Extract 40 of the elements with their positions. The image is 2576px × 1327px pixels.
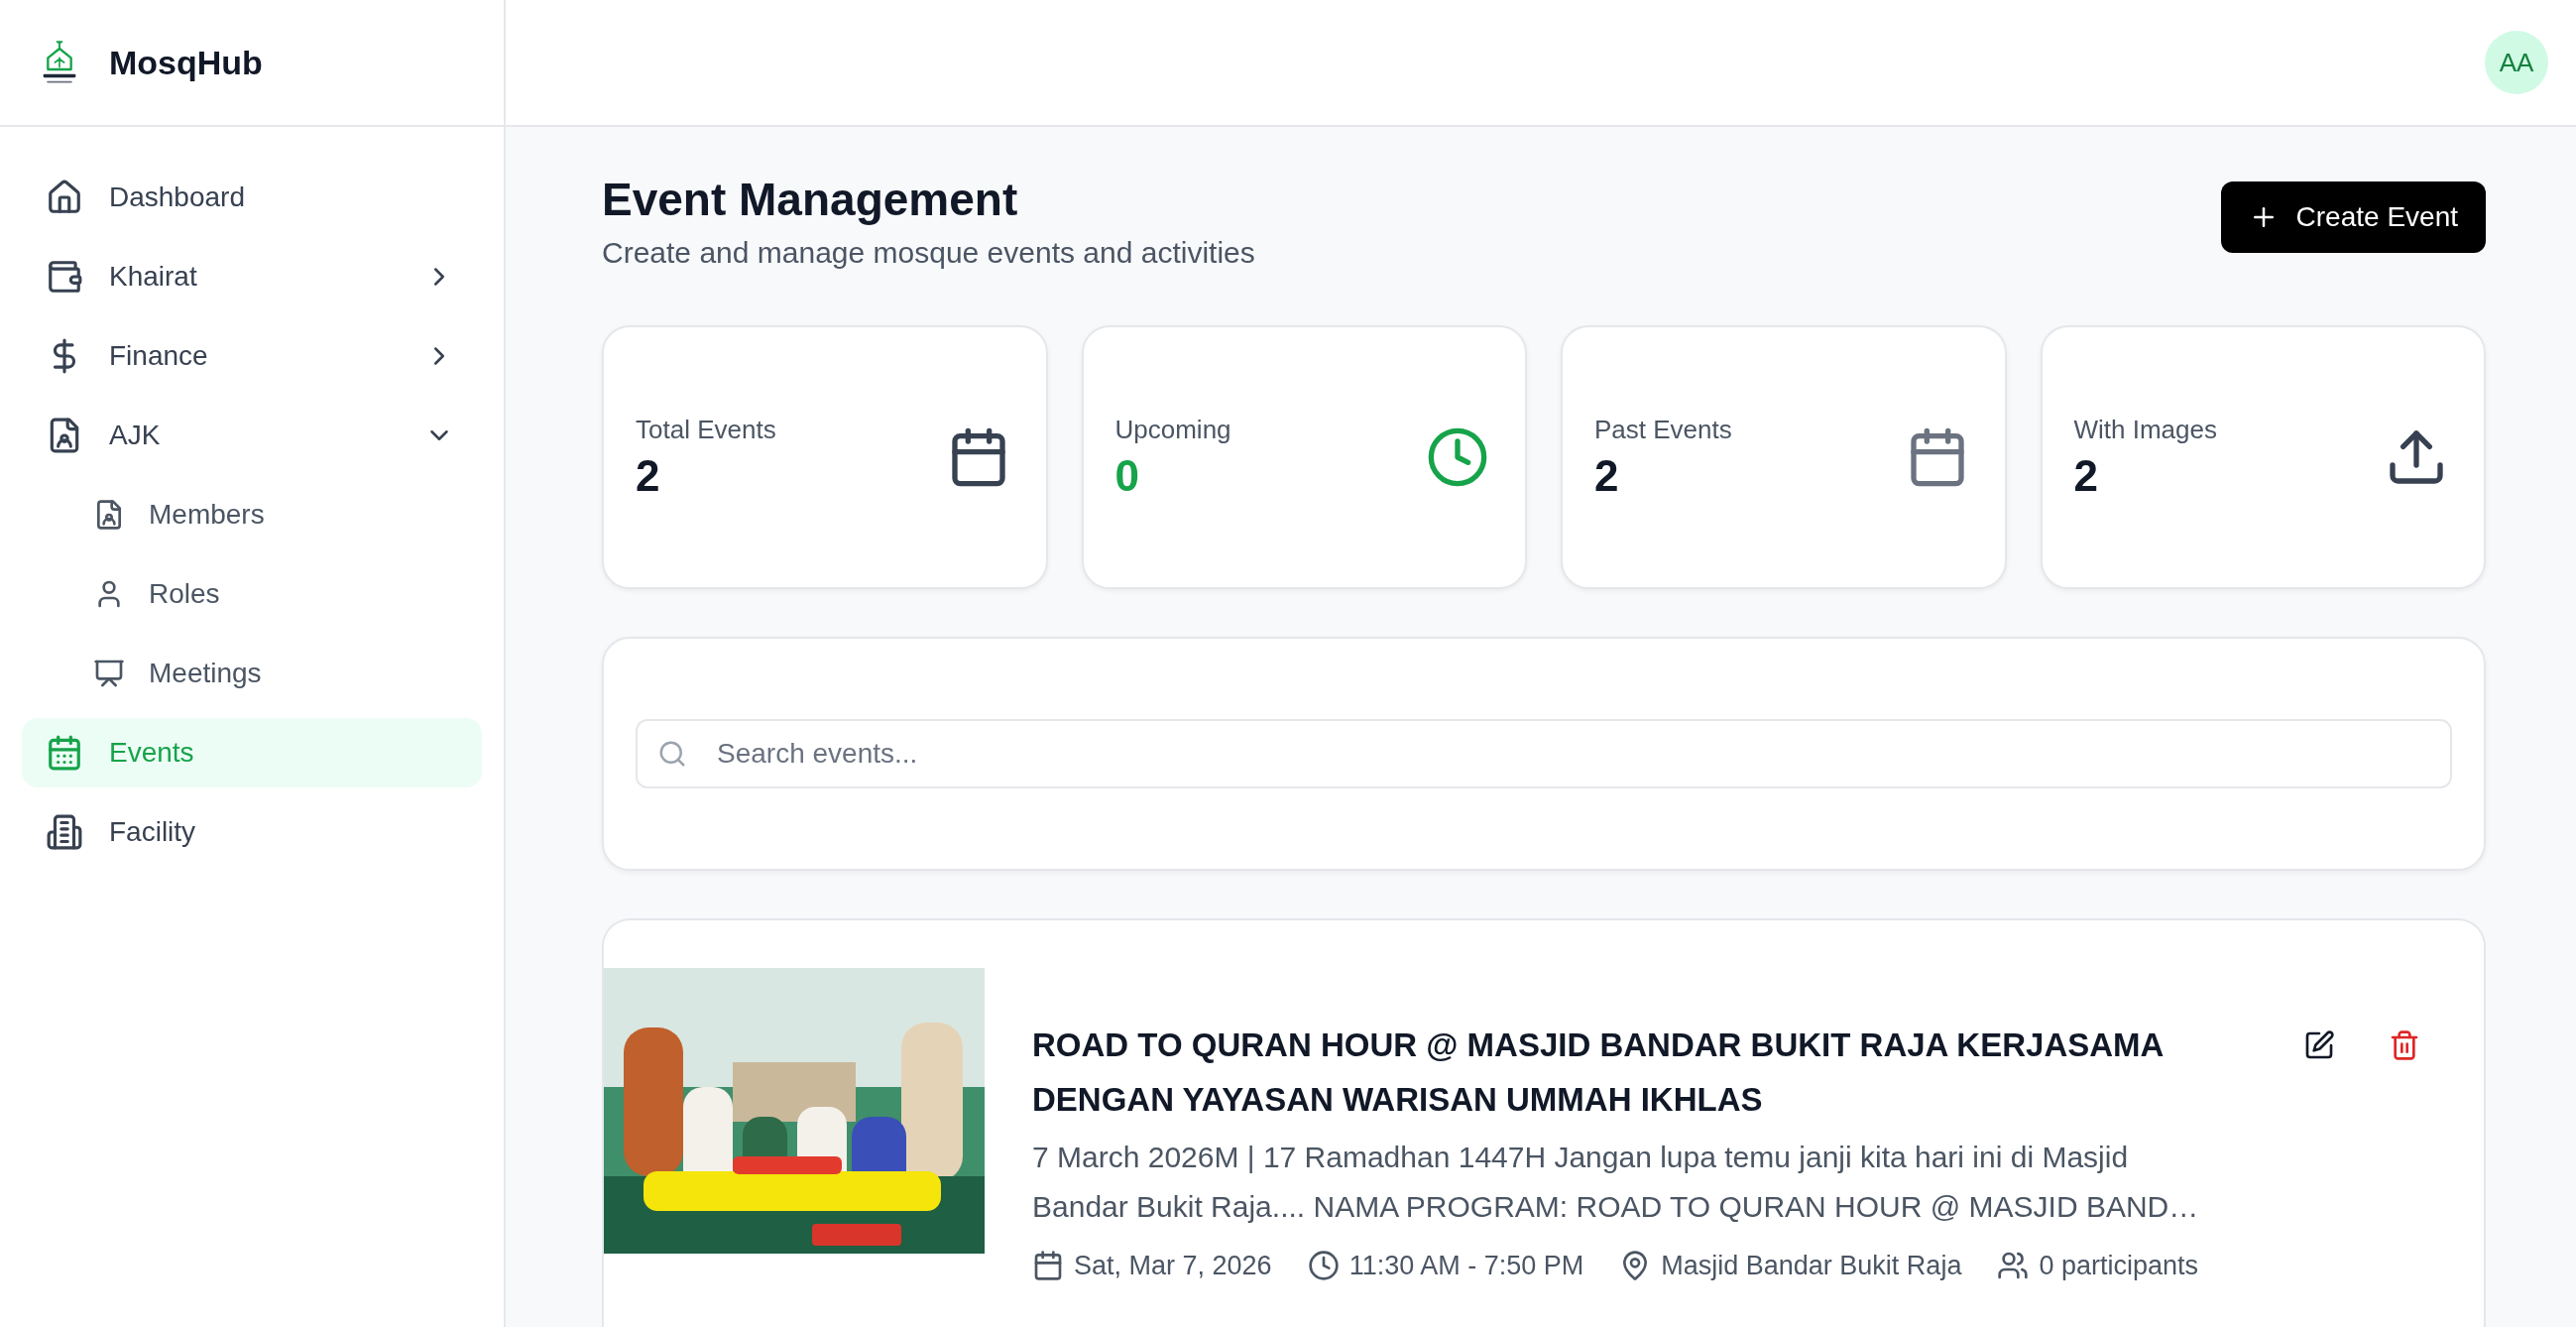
page-title: Event Management — [602, 173, 1019, 226]
presentation-board-icon — [93, 658, 125, 689]
stat-value: 2 — [2073, 450, 2099, 501]
event-location: Masjid Bandar Bukit Raja — [1661, 1250, 1962, 1281]
clock-icon — [1426, 425, 1489, 489]
search-icon — [657, 739, 687, 769]
calendar-icon — [46, 734, 83, 772]
stat-label: Total Events — [636, 414, 776, 445]
sidebar-item[interactable]: AJK — [22, 401, 482, 470]
users-icon — [1997, 1250, 2030, 1281]
stat-label: Past Events — [1594, 414, 1732, 445]
sidebar-item[interactable]: Finance — [22, 321, 482, 391]
calendar-icon — [1032, 1250, 1064, 1281]
sidebar-subitem[interactable]: Meetings — [22, 639, 482, 708]
edit-icon — [2303, 1029, 2335, 1061]
user-avatar[interactable]: AA — [2485, 31, 2548, 94]
event-time: 11:30 AM - 7:50 PM — [1348, 1250, 1584, 1281]
stat-value: 2 — [636, 450, 661, 501]
event-title[interactable]: ROAD TO QURAN HOUR @ MASJID BANDAR BUKIT RAJA KERJASAMA DENGAN YAYASAN WARISAN UMMAH IKHLAS — [1032, 1018, 2260, 1127]
sidebar-item[interactable]: Khairat — [22, 242, 482, 311]
sidebar-subitem[interactable]: Roles — [22, 559, 482, 629]
stat-label: With Images — [2073, 414, 2217, 445]
stat-value: 2 — [1594, 450, 1620, 501]
event-date: Sat, Mar 7, 2026 — [1074, 1250, 1272, 1281]
stat-label: Upcoming — [1114, 414, 1231, 445]
event-participants: 0 participants — [2039, 1250, 2198, 1281]
create-event-button[interactable]: Create Event — [2220, 181, 2486, 253]
event-description: 7 March 2026M | 17 Ramadhan 1447H Jangan lupa temu janji kita hari ini di Masjid Bandar Bukit Raja.... NAMA PROGRAM: ROAD TO QURAN HOUR @ MASJID BAND… — [1032, 1140, 2200, 1225]
wallet-icon — [46, 258, 83, 296]
home-icon — [46, 179, 83, 216]
sidebar-subitem[interactable]: Members — [22, 480, 482, 549]
page-subtitle: Create and manage mosque events and activities — [602, 236, 1255, 270]
sidebar-item[interactable]: Facility — [22, 797, 482, 867]
trash-icon — [2389, 1029, 2420, 1061]
clock-icon — [1307, 1250, 1340, 1281]
sidebar-item[interactable]: Dashboard — [22, 163, 482, 232]
app-name: MosqHub — [109, 43, 263, 82]
search-field[interactable]: Search events... — [636, 719, 2452, 788]
stat-value: 0 — [1114, 450, 1140, 501]
building-icon — [46, 813, 83, 851]
